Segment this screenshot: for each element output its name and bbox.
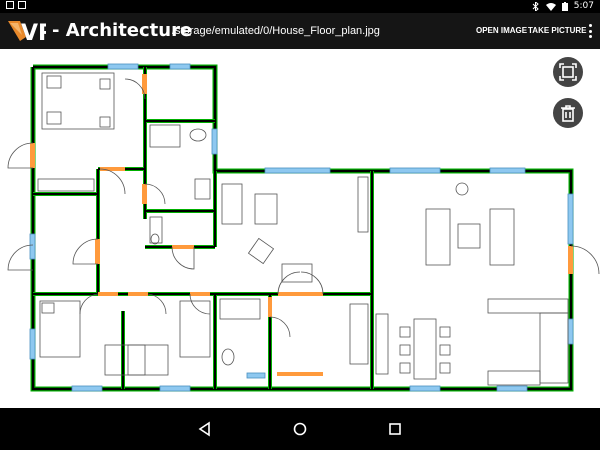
fit-screen-button[interactable] bbox=[553, 57, 583, 87]
navigation-bar bbox=[0, 408, 600, 450]
app-bar: VR - Architecture /storage/emulated/0/Ho… bbox=[0, 13, 600, 49]
battery-icon bbox=[561, 1, 568, 11]
file-path: /storage/emulated/0/House_Floor_plan.jpg bbox=[172, 25, 380, 37]
vr-logo: VR bbox=[8, 21, 46, 45]
floor-plan-canvas[interactable] bbox=[0, 49, 600, 408]
furniture bbox=[37, 72, 569, 386]
overflow-menu-icon[interactable] bbox=[587, 24, 593, 38]
notification-icon bbox=[18, 1, 26, 9]
trash-icon bbox=[561, 105, 575, 122]
floor-plan-image bbox=[7, 63, 600, 392]
back-triangle-icon[interactable] bbox=[196, 420, 214, 438]
delete-button[interactable] bbox=[553, 98, 583, 128]
open-image-button[interactable]: OPEN IMAGE bbox=[476, 26, 527, 35]
notification-icons bbox=[6, 1, 26, 9]
status-bar: 5:07 bbox=[0, 0, 600, 13]
doors bbox=[30, 74, 573, 376]
clock: 5:07 bbox=[573, 1, 594, 11]
interior-walls bbox=[33, 67, 373, 389]
interior-walls-highlight bbox=[33, 67, 374, 389]
wifi-icon bbox=[545, 2, 556, 11]
notification-icon bbox=[6, 1, 14, 9]
fit-screen-icon bbox=[559, 63, 577, 81]
bluetooth-icon bbox=[532, 1, 539, 11]
system-icons: 5:07 bbox=[531, 1, 594, 11]
take-picture-button[interactable]: TAKE PICTURE bbox=[528, 26, 587, 35]
logo-text: VR bbox=[21, 21, 46, 45]
home-circle-icon[interactable] bbox=[291, 420, 309, 438]
windows bbox=[29, 63, 574, 392]
recent-square-icon[interactable] bbox=[386, 420, 404, 438]
